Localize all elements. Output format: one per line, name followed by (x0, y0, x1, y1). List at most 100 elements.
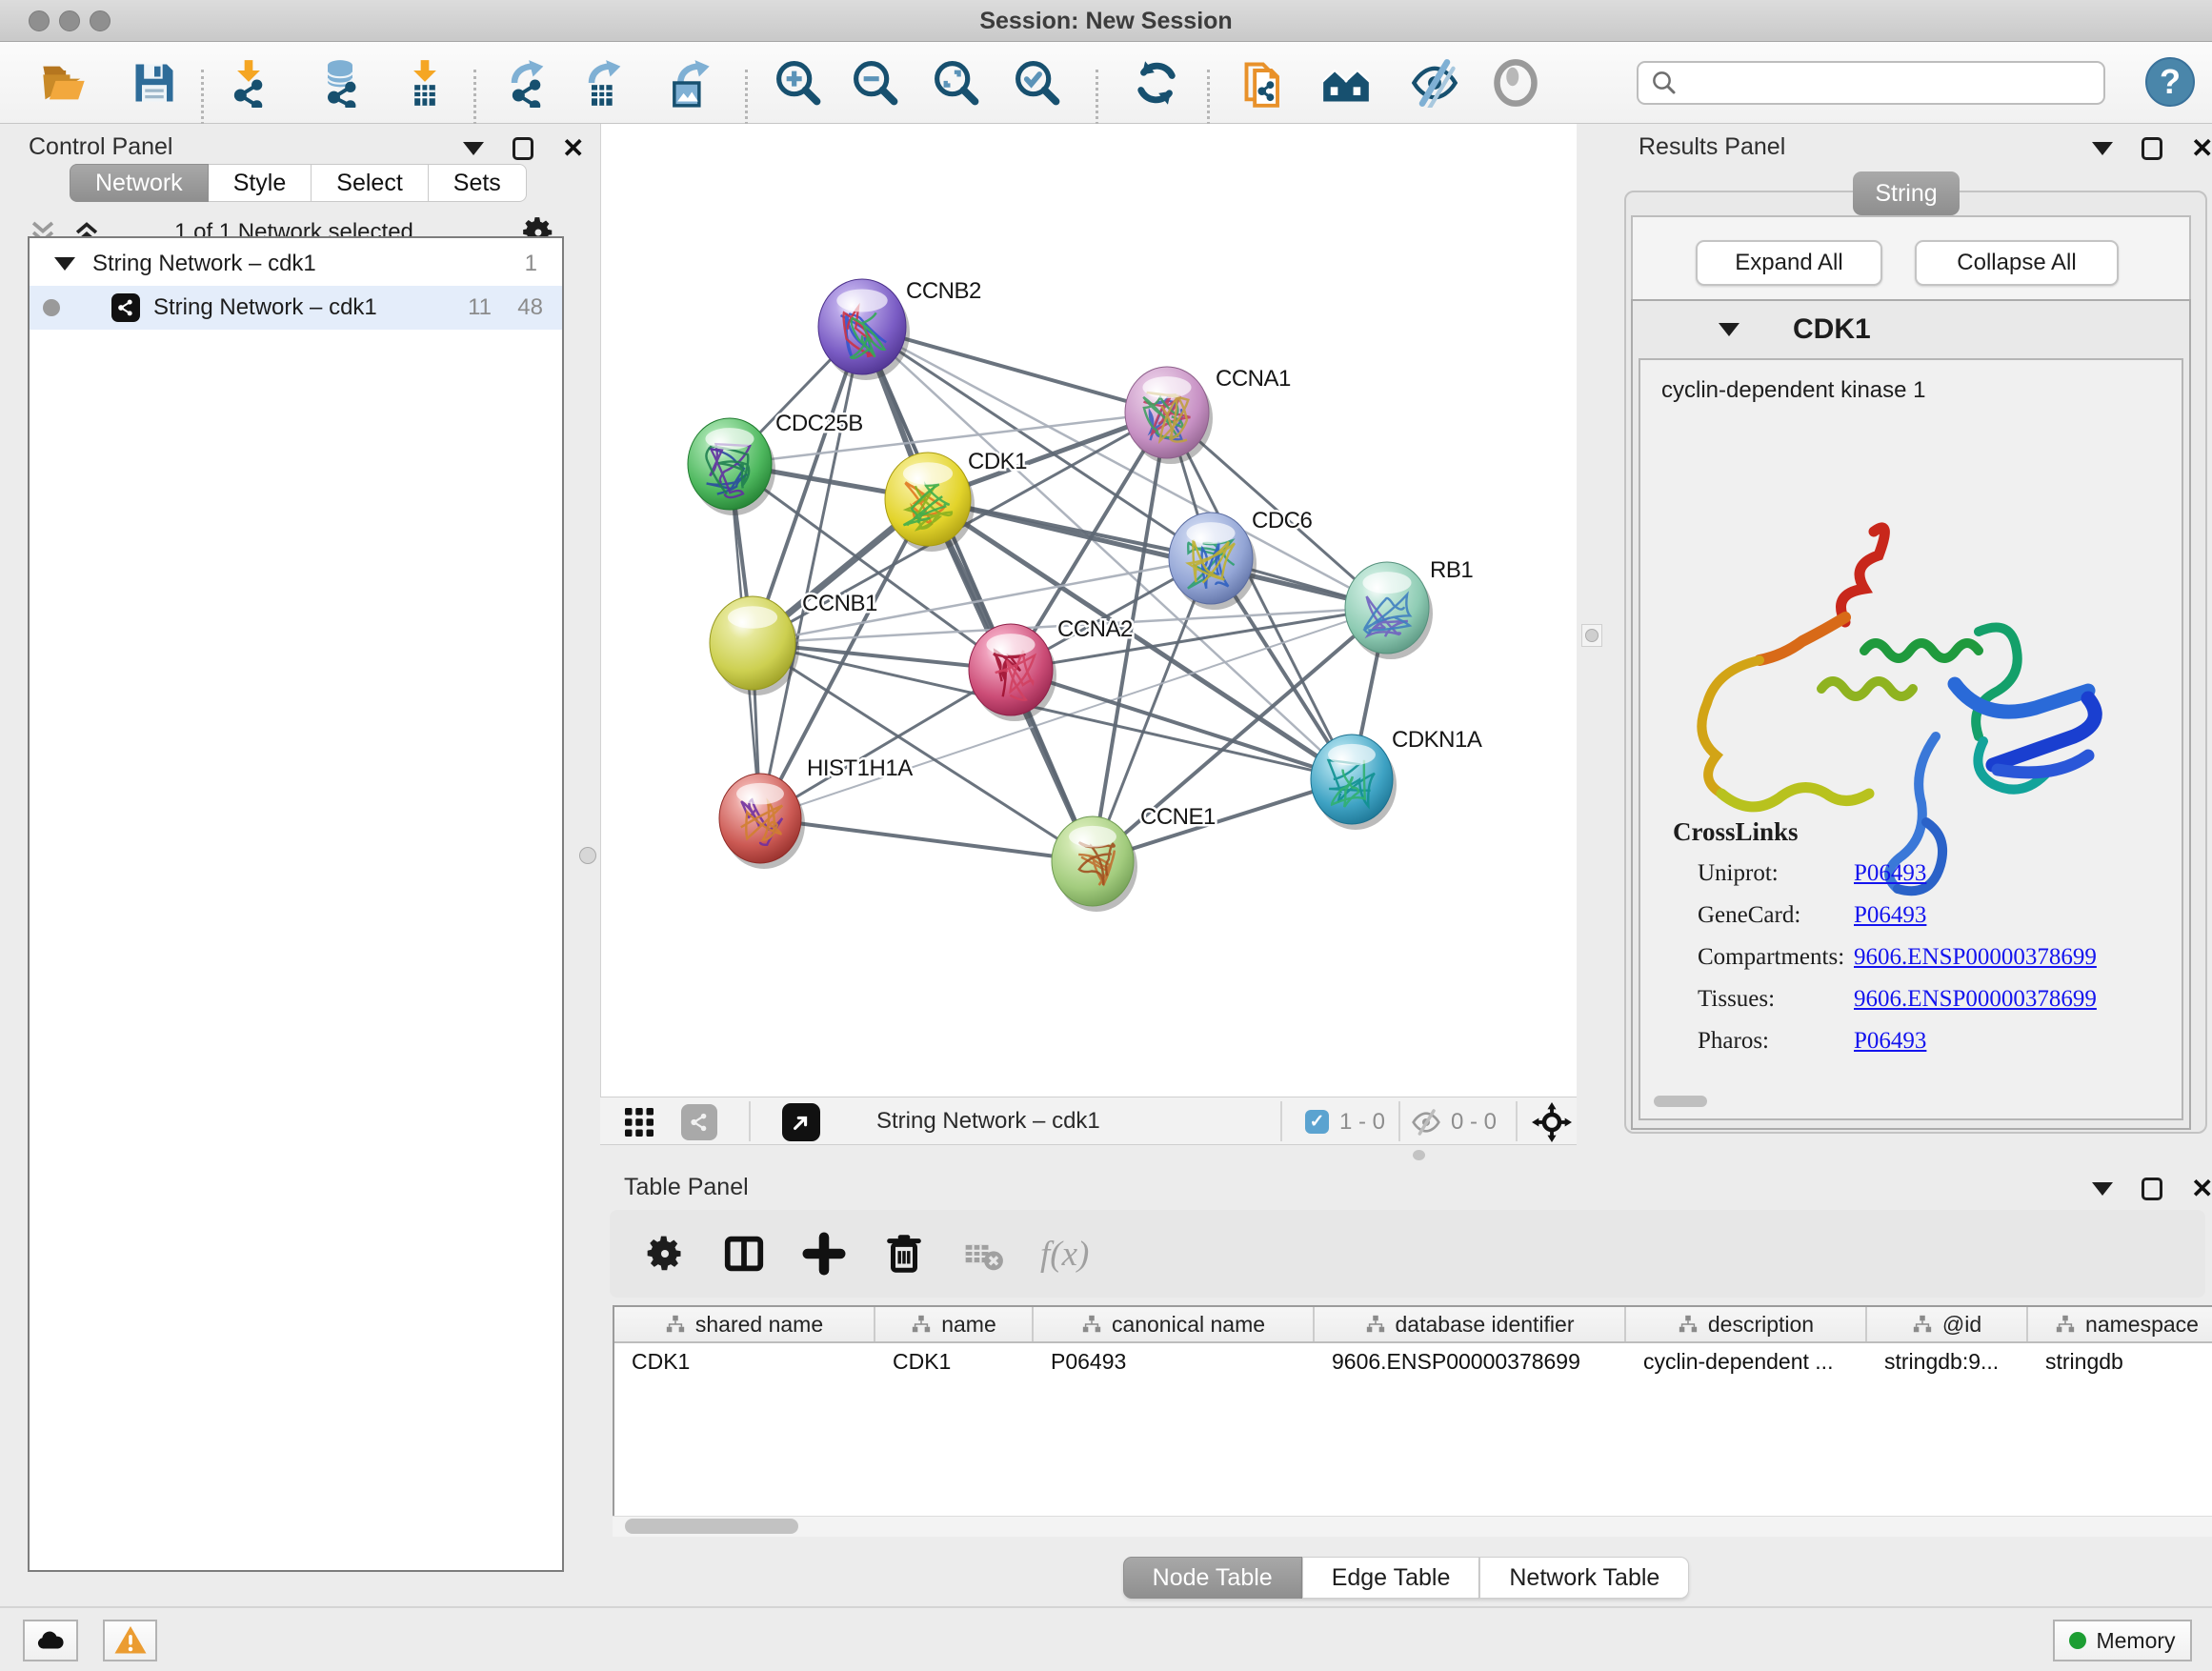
network-type-toolbar-icon[interactable] (681, 1104, 717, 1140)
hidden-eye-icon[interactable] (1410, 1107, 1442, 1137)
column-header-namespace[interactable]: namespace (2028, 1307, 2212, 1341)
zoom-selected-icon[interactable] (1011, 56, 1064, 110)
network-canvas[interactable]: CCNB2CCNA1CDC25BCDK1CDC6RB1CCNB1CCNA2CDK… (600, 124, 1577, 1097)
column-header--id[interactable]: @id (1867, 1307, 2028, 1341)
column-header-canonical-name[interactable]: canonical name (1034, 1307, 1315, 1341)
network-graph[interactable]: CCNB2CCNA1CDC25BCDK1CDC6RB1CCNB1CCNA2CDK… (601, 124, 1578, 1097)
crosslink-link[interactable]: P06493 (1854, 902, 1926, 929)
first-neighbors-icon[interactable] (1319, 56, 1373, 110)
hide-selected-icon[interactable] (1408, 56, 1461, 110)
network-collection-row[interactable]: String Network – cdk1 1 (30, 242, 562, 286)
help-button[interactable]: ? (2145, 57, 2195, 107)
table-scrollbar-track[interactable] (613, 1516, 2212, 1537)
tab-sets[interactable]: Sets (429, 164, 527, 202)
export-network-icon[interactable] (500, 56, 553, 110)
table-scrollbar-thumb[interactable] (625, 1519, 798, 1534)
edge-HIST1H1A-CCNE1[interactable] (760, 818, 1093, 861)
close-panel-icon[interactable]: ✕ (2191, 137, 2212, 160)
column-header-name[interactable]: name (875, 1307, 1034, 1341)
table-cell[interactable]: CDK1 (875, 1343, 1034, 1381)
collapse-all-button[interactable]: Collapse All (1915, 240, 2119, 286)
collection-expand-icon[interactable] (54, 257, 75, 271)
show-all-icon[interactable] (1489, 56, 1542, 110)
search-box[interactable] (1637, 61, 2105, 105)
network-tree: String Network – cdk1 1 String Network –… (28, 236, 564, 1572)
node-CCNE1[interactable]: CCNE1 (1052, 804, 1216, 912)
protein-collapse-icon[interactable] (1719, 323, 1739, 336)
expand-all-button[interactable]: Expand All (1696, 240, 1882, 286)
zoom-out-icon[interactable] (849, 56, 902, 110)
close-panel-icon[interactable]: ✕ (2191, 1178, 2212, 1200)
table-options-gear-icon[interactable] (644, 1233, 686, 1275)
column-header-shared-name[interactable]: shared name (614, 1307, 875, 1341)
column-header-database-identifier[interactable]: database identifier (1315, 1307, 1626, 1341)
results-scrollbar-thumb[interactable] (1654, 1096, 1707, 1107)
crosslink-link[interactable]: 9606.ENSP00000378699 (1854, 986, 2097, 1013)
show-columns-icon[interactable] (722, 1232, 766, 1276)
right-splitter-handle[interactable] (1581, 624, 1602, 647)
birdseye-grid-icon[interactable] (622, 1105, 656, 1139)
tab-network-table[interactable]: Network Table (1479, 1557, 1689, 1599)
warnings-button[interactable] (103, 1620, 157, 1661)
bottom-splitter-handle[interactable] (1413, 1150, 1425, 1160)
protein-name: CDK1 (1793, 313, 1871, 346)
node-RB1[interactable]: RB1 (1345, 557, 1473, 659)
float-panel-icon[interactable] (2142, 137, 2162, 160)
collapse-panel-icon[interactable] (2092, 1182, 2113, 1196)
edge-CCNA2-CDKN1A[interactable] (1011, 670, 1352, 779)
table-cell[interactable]: stringdb (2028, 1343, 2212, 1381)
import-network-file-icon[interactable] (222, 56, 275, 110)
table-cell[interactable]: P06493 (1034, 1343, 1315, 1381)
node-CCNA2[interactable]: CCNA2 (969, 616, 1133, 721)
tab-edge-table[interactable]: Edge Table (1302, 1557, 1480, 1599)
node-CDK1[interactable]: CDK1 (885, 449, 1027, 552)
network-row-selected[interactable]: String Network – cdk1 11 48 (30, 286, 562, 330)
node-CDC6[interactable]: CDC6 (1169, 508, 1312, 610)
tab-select[interactable]: Select (312, 164, 428, 202)
selected-checkbox-icon[interactable]: ✓ (1305, 1110, 1329, 1134)
left-splitter-handle[interactable] (579, 847, 596, 864)
delete-column-icon[interactable] (882, 1232, 926, 1276)
open-session-icon[interactable] (37, 56, 90, 110)
table-cell[interactable]: cyclin-dependent ... (1626, 1343, 1867, 1381)
column-header-description[interactable]: description (1626, 1307, 1867, 1341)
collapse-panel-icon[interactable] (2092, 142, 2113, 155)
tab-network[interactable]: Network (70, 164, 209, 202)
open-string-web-icon[interactable] (1238, 56, 1292, 110)
zoom-in-icon[interactable] (772, 56, 825, 110)
tab-string[interactable]: String (1853, 171, 1960, 215)
node-HIST1H1A[interactable]: HIST1H1A (719, 755, 913, 869)
search-input[interactable] (1679, 70, 2088, 96)
crosslink-link[interactable]: P06493 (1854, 1028, 1926, 1055)
node-CDC25B[interactable]: CDC25B (688, 411, 863, 515)
table-cell[interactable]: CDK1 (614, 1343, 875, 1381)
tab-style[interactable]: Style (209, 164, 312, 202)
memory-button[interactable]: Memory (2053, 1620, 2192, 1661)
table-row[interactable]: CDK1CDK1P064939606.ENSP00000378699cyclin… (614, 1343, 2212, 1381)
crosslink-link[interactable]: P06493 (1854, 860, 1926, 887)
edge-CDK1-RB1[interactable] (928, 499, 1387, 608)
table-cell[interactable]: 9606.ENSP00000378699 (1315, 1343, 1626, 1381)
add-column-icon[interactable] (802, 1232, 846, 1276)
fit-content-crosshair-icon[interactable] (1532, 1102, 1572, 1142)
float-panel-icon[interactable] (2142, 1178, 2162, 1200)
node-CCNB2[interactable]: CCNB2 (818, 278, 981, 380)
export-image-icon[interactable] (662, 56, 715, 110)
tab-node-table[interactable]: Node Table (1123, 1557, 1302, 1599)
cloud-status-button[interactable] (23, 1620, 78, 1661)
crosslink-link[interactable]: 9606.ENSP00000378699 (1854, 944, 2097, 971)
protein-header[interactable]: CDK1 (1633, 301, 2189, 358)
table-cell[interactable]: stringdb:9... (1867, 1343, 2028, 1381)
close-panel-icon[interactable]: ✕ (562, 137, 584, 160)
open-in-new-window-icon[interactable] (782, 1103, 820, 1141)
refresh-icon[interactable] (1130, 56, 1183, 110)
float-panel-icon[interactable] (513, 137, 533, 160)
import-network-database-icon[interactable] (313, 56, 367, 110)
node-CDKN1A[interactable]: CDKN1A (1311, 727, 1482, 830)
node-table[interactable]: shared namenamecanonical namedatabase id… (613, 1305, 2212, 1537)
zoom-fit-icon[interactable] (930, 56, 983, 110)
export-table-icon[interactable] (577, 56, 631, 110)
collapse-panel-icon[interactable] (463, 142, 484, 155)
save-session-icon[interactable] (128, 56, 181, 110)
import-table-icon[interactable] (398, 56, 452, 110)
